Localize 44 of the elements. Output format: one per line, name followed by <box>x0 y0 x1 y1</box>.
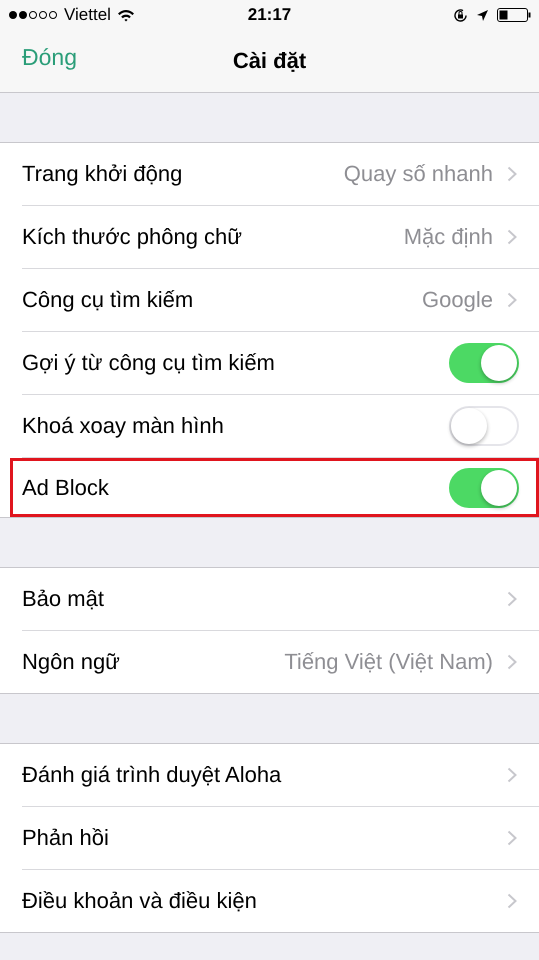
clock-time: 21:17 <box>248 5 292 25</box>
row-value: Mặc định <box>404 224 493 250</box>
settings-row[interactable]: Kích thước phông chữ Mặc định <box>22 206 539 269</box>
chevron-icon <box>507 591 517 607</box>
chevron-icon <box>507 229 517 245</box>
row-label: Kích thước phông chữ <box>22 224 243 250</box>
row-label: Phản hồi <box>22 825 110 851</box>
chevron-icon <box>507 893 517 909</box>
nav-title: Cài đặt <box>232 48 306 74</box>
toggle-switch[interactable] <box>449 343 519 383</box>
toggle-switch[interactable] <box>449 468 519 508</box>
chevron-icon <box>507 166 517 182</box>
row-label: Công cụ tìm kiếm <box>22 287 194 313</box>
settings-row[interactable]: Ngôn ngữ Tiếng Việt (Việt Nam) <box>22 631 539 693</box>
carrier-name: Viettel <box>64 5 111 25</box>
row-value: Tiếng Việt (Việt Nam) <box>284 649 493 675</box>
wifi-icon <box>116 8 135 22</box>
chevron-icon <box>507 767 517 783</box>
settings-row[interactable]: Trang khởi động Quay số nhanh <box>22 143 539 206</box>
row-label: Khoá xoay màn hình <box>22 413 225 439</box>
location-icon <box>476 8 489 22</box>
settings-row[interactable]: Đánh giá trình duyệt Aloha <box>22 744 539 807</box>
settings-row[interactable]: Gợi ý từ công cụ tìm kiếm <box>22 332 539 395</box>
row-label: Gợi ý từ công cụ tìm kiếm <box>22 350 276 376</box>
row-label: Điều khoản và điều kiện <box>22 888 258 914</box>
row-label: Đánh giá trình duyệt Aloha <box>22 762 282 788</box>
battery-icon <box>496 8 531 22</box>
settings-row[interactable]: Công cụ tìm kiếm Google <box>22 269 539 332</box>
settings-row[interactable]: Phản hồi <box>22 807 539 870</box>
chevron-icon <box>507 830 517 846</box>
settings-row[interactable]: Điều khoản và điều kiện <box>22 870 539 932</box>
chevron-icon <box>507 292 517 308</box>
row-label: Bảo mật <box>22 586 105 612</box>
row-label: Ngôn ngữ <box>22 649 121 675</box>
chevron-icon <box>507 654 517 670</box>
rotation-lock-icon <box>452 8 468 22</box>
row-label: Ad Block <box>22 474 110 500</box>
row-value: Quay số nhanh <box>344 161 493 187</box>
row-value: Google <box>422 287 493 313</box>
signal-icon <box>8 10 58 20</box>
settings-row[interactable]: Khoá xoay màn hình <box>22 395 539 458</box>
settings-row[interactable]: Bảo mật <box>22 568 539 631</box>
settings-row[interactable]: Ad Block <box>10 458 539 517</box>
row-label: Trang khởi động <box>22 161 184 187</box>
